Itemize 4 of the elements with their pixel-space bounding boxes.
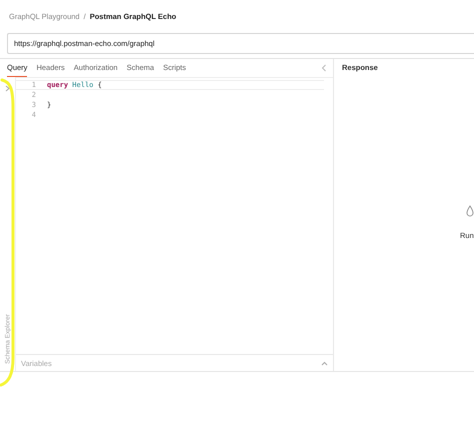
- expand-icon[interactable]: [5, 85, 10, 92]
- caret-icon[interactable]: [321, 360, 328, 366]
- collapse-icon[interactable]: [321, 64, 327, 72]
- drop-icon: [466, 205, 474, 217]
